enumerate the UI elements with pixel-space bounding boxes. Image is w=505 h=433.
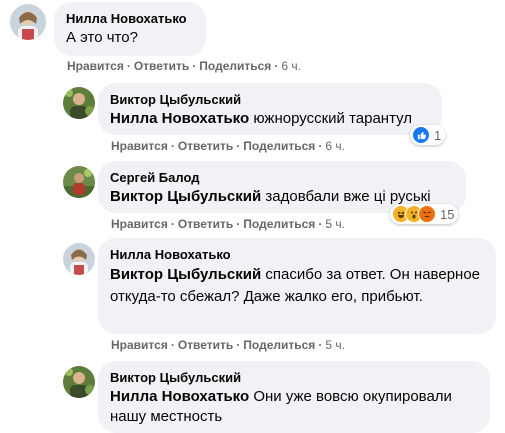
comment-bubble: Нилла Новохатько А это что? xyxy=(54,2,206,56)
comment-actions: Нравится · Ответить · Поделиться · 5 ч. xyxy=(111,217,345,231)
mention-link[interactable]: Виктор Цыбульский xyxy=(110,266,261,283)
reaction-count: 1 xyxy=(434,127,442,143)
comment-text: А это что? xyxy=(66,29,138,46)
avatar[interactable] xyxy=(63,243,95,275)
share-link[interactable]: Поделиться xyxy=(243,217,315,231)
mention-link[interactable]: Нилла Новохатько xyxy=(110,388,249,405)
comment-time[interactable]: 6 ч. xyxy=(325,139,345,153)
avatar[interactable] xyxy=(63,366,95,398)
reply-link[interactable]: Ответить xyxy=(178,217,233,231)
comment-time[interactable]: 6 ч. xyxy=(281,59,301,73)
like-link[interactable]: Нравится xyxy=(67,59,124,73)
comment-text: Виктор Цыбульский спасибо за ответ. Он н… xyxy=(110,266,481,305)
comment-author[interactable]: Виктор Цыбульский xyxy=(110,91,430,108)
reaction-count: 15 xyxy=(440,206,455,222)
comment-author[interactable]: Виктор Цыбульский xyxy=(110,369,478,386)
comment-bubble: Виктор Цыбульский Нилла Новохатько Они у… xyxy=(98,361,490,433)
reply-link[interactable]: Ответить xyxy=(178,338,233,352)
comment-author[interactable]: Сергей Балод xyxy=(110,169,454,186)
share-link[interactable]: Поделиться xyxy=(243,338,315,352)
comment-author[interactable]: Нилла Новохатько xyxy=(66,10,194,27)
like-link[interactable]: Нравится xyxy=(111,338,168,352)
mention-link[interactable]: Виктор Цыбульский xyxy=(110,188,261,205)
comment-time[interactable]: 5 ч. xyxy=(325,338,345,352)
reply-link[interactable]: Ответить xyxy=(178,139,233,153)
comment-actions: Нравится · Ответить · Поделиться · 6 ч. xyxy=(67,59,301,73)
reactions-badge[interactable]: 15 xyxy=(390,204,459,224)
share-link[interactable]: Поделиться xyxy=(199,59,271,73)
angry-icon xyxy=(418,205,436,223)
comment-text: Нилла Новохатько южнорусский тарантул xyxy=(110,110,413,127)
reactions-badge[interactable]: 1 xyxy=(410,125,446,145)
comment-time[interactable]: 5 ч. xyxy=(325,217,345,231)
mention-link[interactable]: Нилла Новохатько xyxy=(110,110,249,127)
comment-actions: Нравится · Ответить · Поделиться · 5 ч. xyxy=(111,338,345,352)
avatar[interactable] xyxy=(63,87,95,119)
avatar[interactable] xyxy=(63,166,95,198)
like-link[interactable]: Нравится xyxy=(111,139,168,153)
comment-bubble: Виктор Цыбульский Нилла Новохатько южнор… xyxy=(98,83,442,135)
like-icon xyxy=(412,126,430,144)
comment-author[interactable]: Нилла Новохатько xyxy=(110,246,484,263)
comment-bubble: Нилла Новохатько Виктор Цыбульский спаси… xyxy=(98,238,496,334)
share-link[interactable]: Поделиться xyxy=(243,139,315,153)
comment-text: Нилла Новохатько Они уже вовсю окупирова… xyxy=(110,388,452,425)
avatar[interactable] xyxy=(10,4,46,40)
like-link[interactable]: Нравится xyxy=(111,217,168,231)
comment-actions: Нравится · Ответить · Поделиться · 6 ч. xyxy=(111,139,345,153)
reply-link[interactable]: Ответить xyxy=(134,59,189,73)
